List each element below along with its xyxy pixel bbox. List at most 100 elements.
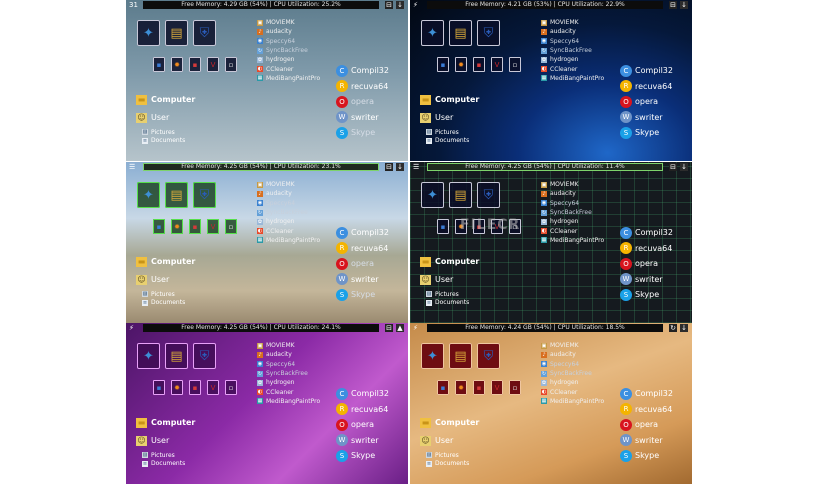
app-list-item[interactable]: ↻ SyncBackFree: [541, 208, 604, 217]
minimize-button[interactable]: ⊟: [669, 163, 677, 171]
app-list-item[interactable]: ◉ Speccy64: [257, 360, 320, 369]
pinned-app-item[interactable]: Oopera: [336, 94, 389, 110]
app-list-item[interactable]: ◐ CCleaner: [257, 226, 320, 235]
flame-icon[interactable]: ✹: [455, 380, 467, 395]
vivaldi-icon[interactable]: V: [491, 380, 503, 395]
app-list-item[interactable]: ◐ CCleaner: [541, 226, 604, 235]
pinned-app-item[interactable]: C Compil32: [620, 225, 673, 241]
user-link[interactable]: ☺ User: [420, 272, 479, 287]
minimize-button[interactable]: ⊟: [669, 1, 677, 9]
app-list-item[interactable]: ▣ MOVIEMK: [541, 18, 604, 27]
menu-icon[interactable]: ⚡: [413, 324, 418, 333]
app-list-item[interactable]: ♪ audacity: [257, 27, 320, 36]
pictures-link[interactable]: ▨ Pictures: [420, 451, 479, 460]
computer-link[interactable]: ▬ Computer: [420, 415, 479, 430]
note-icon[interactable]: ▫: [509, 380, 521, 395]
pinned-app-item[interactable]: S Skype: [336, 448, 389, 464]
minimize-button[interactable]: ⊟: [385, 324, 393, 332]
app-list-item[interactable]: ♪ audacity: [541, 189, 604, 198]
database-icon[interactable]: ▤: [449, 343, 472, 369]
app-list-item[interactable]: ✿ hydrogen: [257, 217, 320, 226]
note-icon[interactable]: ▫: [509, 57, 521, 72]
collapse-button[interactable]: ↓: [396, 163, 404, 171]
red-app-icon[interactable]: ▪: [189, 57, 201, 72]
pinned-app-item[interactable]: Wswriter: [336, 110, 389, 126]
computer-link[interactable]: ▬ Computer: [420, 254, 479, 269]
pinned-app-item[interactable]: Rrecuva64: [620, 402, 673, 418]
pinned-app-item[interactable]: Rrecuva64: [620, 79, 673, 95]
menu-icon[interactable]: ⚡: [413, 1, 418, 10]
pinned-app-item[interactable]: Rrecuva64: [336, 402, 389, 418]
app-list-item[interactable]: ◉ Speccy64: [257, 37, 320, 46]
flame-icon[interactable]: ✹: [171, 219, 183, 234]
pictures-link[interactable]: ▨ Pictures: [136, 451, 195, 460]
app-list-item[interactable]: ▦ MediBangPaintPro: [257, 236, 320, 245]
menu-icon[interactable]: ☰: [413, 163, 419, 172]
minimize-button[interactable]: ↻: [669, 324, 677, 332]
collapse-button[interactable]: ▲: [396, 324, 404, 332]
blue-app-icon[interactable]: ▪: [153, 219, 165, 234]
app-list-item[interactable]: ♪ audacity: [541, 27, 604, 36]
app-list-item[interactable]: ▣ MOVIEMK: [257, 341, 320, 350]
vivaldi-icon[interactable]: V: [207, 219, 219, 234]
collapse-button[interactable]: ↓: [396, 1, 404, 9]
app-list-item[interactable]: ◉ Speccy64: [257, 199, 320, 208]
pinned-app-item[interactable]: Wswriter: [620, 433, 673, 449]
user-link[interactable]: ☺ User: [420, 110, 479, 125]
flame-icon[interactable]: ✹: [171, 380, 183, 395]
app-list-item[interactable]: ✿ hydrogen: [541, 378, 604, 387]
computer-link[interactable]: ▬ Computer: [136, 92, 195, 107]
menu-icon[interactable]: ⚡: [129, 324, 134, 333]
pictures-link[interactable]: ▨ Pictures: [136, 290, 195, 299]
pinned-app-item[interactable]: Oopera: [620, 256, 673, 272]
pinned-app-item[interactable]: C Compil32: [336, 63, 389, 79]
pictures-link[interactable]: ▨ Pictures: [420, 290, 479, 299]
app-list-item[interactable]: ♪ audacity: [257, 189, 320, 198]
computer-link[interactable]: ▬ Computer: [420, 92, 479, 107]
pinned-app-item[interactable]: S Skype: [620, 287, 673, 303]
app-list-item[interactable]: ◉ Speccy64: [541, 199, 604, 208]
pinned-app-item[interactable]: Wswriter: [336, 272, 389, 288]
pictures-link[interactable]: ▨ Pictures: [136, 128, 195, 137]
pinned-app-item[interactable]: C Compil32: [620, 63, 673, 79]
database-icon[interactable]: ▤: [165, 20, 188, 46]
pinned-app-item[interactable]: Oopera: [336, 417, 389, 433]
blue-app-icon[interactable]: ▪: [437, 380, 449, 395]
app-list-item[interactable]: ▦ MediBangPaintPro: [541, 236, 604, 245]
user-link[interactable]: ☺ User: [136, 433, 195, 448]
app-list-item[interactable]: ▦ MediBangPaintPro: [541, 74, 604, 83]
app-list-item[interactable]: ↻ SyncBackFree: [541, 369, 604, 378]
app-list-item[interactable]: ↻ SyncBackFree: [257, 369, 320, 378]
note-icon[interactable]: ▫: [225, 219, 237, 234]
app-list-item[interactable]: ✿ hydrogen: [257, 55, 320, 64]
computer-link[interactable]: ▬ Computer: [136, 254, 195, 269]
flame-icon[interactable]: ✹: [171, 57, 183, 72]
pinned-app-item[interactable]: Oopera: [620, 94, 673, 110]
pinned-app-item[interactable]: S Skype: [620, 125, 673, 141]
app-list-item[interactable]: ◐ CCleaner: [257, 387, 320, 396]
user-link[interactable]: ☺ User: [136, 110, 195, 125]
database-icon[interactable]: ▤: [449, 182, 472, 208]
collapse-button[interactable]: ↓: [680, 1, 688, 9]
kodi-icon[interactable]: ✦: [421, 343, 444, 369]
blue-app-icon[interactable]: ▪: [153, 57, 165, 72]
vivaldi-icon[interactable]: V: [207, 380, 219, 395]
user-link[interactable]: ☺ User: [136, 272, 195, 287]
vivaldi-icon[interactable]: V: [207, 57, 219, 72]
shield-icon[interactable]: ⛨: [193, 343, 216, 369]
app-list-item[interactable]: ◐ CCleaner: [541, 387, 604, 396]
app-list-item[interactable]: ◉ Speccy64: [541, 37, 604, 46]
pinned-app-item[interactable]: Oopera: [336, 256, 389, 272]
pinned-app-item[interactable]: Rrecuva64: [620, 241, 673, 257]
collapse-button[interactable]: ↓: [680, 163, 688, 171]
kodi-icon[interactable]: ✦: [421, 182, 444, 208]
documents-link[interactable]: ≡ Documents: [136, 299, 195, 308]
blue-app-icon[interactable]: ▪: [437, 57, 449, 72]
app-list-item[interactable]: ✿ hydrogen: [541, 217, 604, 226]
documents-link[interactable]: ≡ Documents: [420, 460, 479, 469]
pinned-app-item[interactable]: Oopera: [620, 417, 673, 433]
pictures-link[interactable]: ▨ Pictures: [420, 128, 479, 137]
red-app-icon[interactable]: ▪: [473, 380, 485, 395]
shield-icon[interactable]: ⛨: [193, 182, 216, 208]
app-list-item[interactable]: ▣ MOVIEMK: [257, 18, 320, 27]
